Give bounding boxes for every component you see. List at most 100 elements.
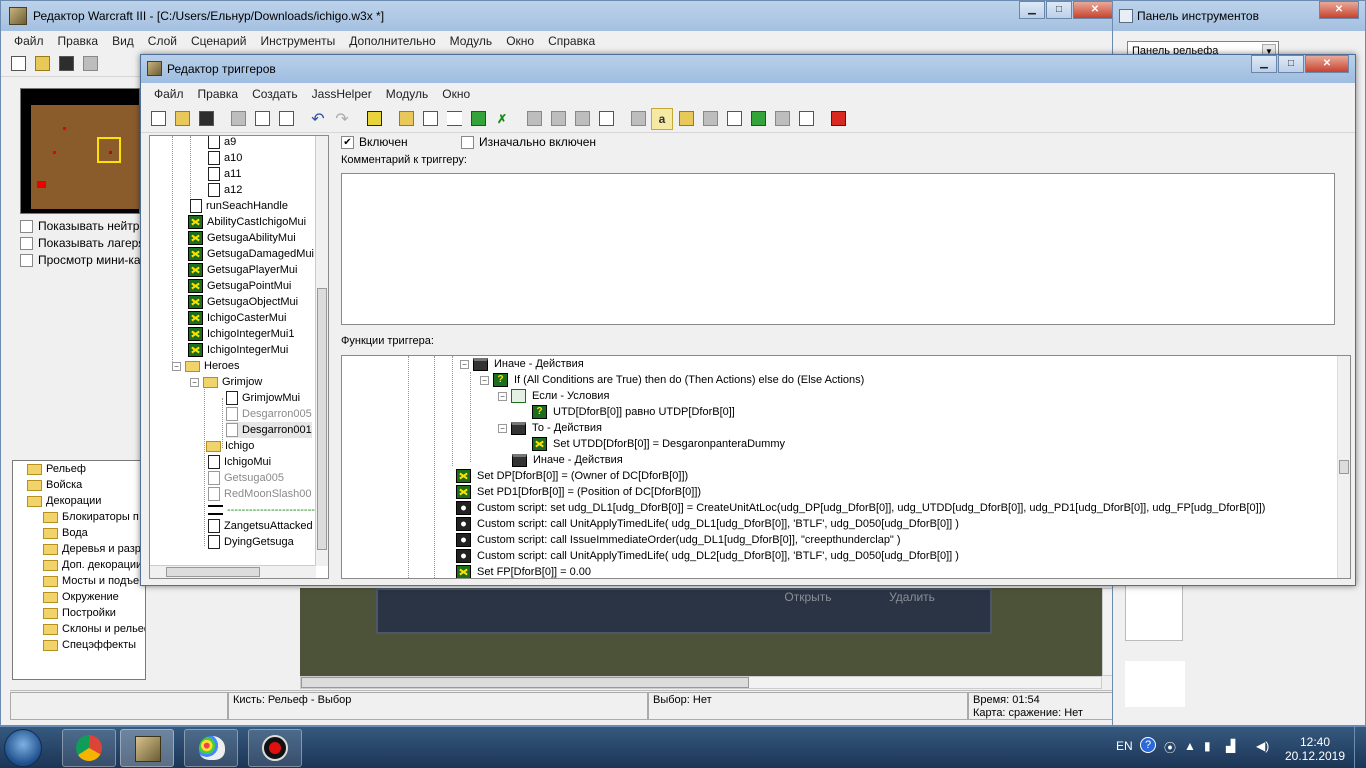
trg-menu-jasshelper[interactable]: JassHelper (305, 87, 379, 101)
tree-item[interactable]: IchigoIntegerMui1 (188, 326, 294, 342)
taskbar-world-editor[interactable] (120, 729, 174, 767)
function-row[interactable]: Custom script: call IssueImmediateOrder(… (456, 532, 901, 548)
tree-item-disabled[interactable]: Getsuga005 (208, 470, 284, 486)
condition-button[interactable] (547, 108, 569, 130)
tree-item[interactable]: DyingGetsuga (208, 534, 294, 550)
tray-signal-icon[interactable]: ⦿ (1164, 739, 1176, 756)
taskbar-paint[interactable] (184, 729, 238, 767)
copy-button[interactable] (251, 108, 273, 130)
menu-advanced[interactable]: Дополнительно (342, 34, 442, 48)
import-manager-button[interactable] (795, 108, 817, 130)
function-row[interactable]: Custom script: set udg_DL1[udg_DforB[0]]… (456, 500, 1265, 516)
show-neutral-checkbox[interactable]: Показывать нейтра (20, 219, 142, 233)
scrollbar-thumb[interactable] (301, 677, 749, 688)
tree-item-comment[interactable]: ----------------------------- (208, 502, 328, 518)
tree-horizontal-scrollbar[interactable] (150, 565, 316, 578)
trg-menu-file[interactable]: Файл (147, 87, 191, 101)
save-map-button[interactable] (55, 53, 77, 75)
new-button[interactable] (147, 108, 169, 130)
new-action-button[interactable]: ✗ (491, 108, 513, 130)
palette-item[interactable]: Войска (27, 477, 82, 493)
menu-help[interactable]: Справка (541, 34, 602, 48)
variables-button[interactable] (363, 108, 385, 130)
new-trigger-button[interactable] (419, 108, 441, 130)
function-row[interactable]: Set FP[DforB[0]] = 0.00 (456, 564, 591, 578)
menu-file[interactable]: Файл (7, 34, 51, 48)
cut-button[interactable] (79, 53, 101, 75)
function-row[interactable]: − Иначе - Действия (460, 356, 584, 372)
tree-item[interactable]: GetsugaPlayerMui (188, 262, 298, 278)
undo-button[interactable]: ↶ (307, 108, 329, 130)
enabled-checkbox[interactable]: Включен (341, 135, 408, 149)
tree-item[interactable]: runSeachHandle (190, 198, 288, 214)
tree-item-selected[interactable]: Desgarron001 (226, 422, 312, 438)
palette-item[interactable]: Деревья и разр (43, 541, 141, 557)
palette-item[interactable]: Постройки (43, 605, 116, 621)
tree-category-heroes[interactable]: − Heroes (172, 358, 239, 374)
start-button[interactable] (4, 729, 42, 767)
maximize-button[interactable]: □ (1046, 1, 1072, 19)
menu-window[interactable]: Окно (499, 34, 541, 48)
tree-item[interactable]: GetsugaObjectMui (188, 294, 298, 310)
save-button[interactable] (195, 108, 217, 130)
test-map-button[interactable] (827, 108, 849, 130)
collapse-toggle[interactable]: − (190, 377, 199, 387)
tree-item[interactable]: GetsugaDamagedMui (188, 246, 314, 262)
object-editor-button[interactable] (699, 108, 721, 130)
campaign-editor-button[interactable] (723, 108, 745, 130)
tray-device-icon[interactable]: ▮ (1204, 739, 1211, 753)
cut-button[interactable] (227, 108, 249, 130)
action-button[interactable] (571, 108, 593, 130)
trg-menu-edit[interactable]: Правка (191, 87, 246, 101)
tree-item[interactable]: IchigoIntegerMui (188, 342, 288, 358)
function-row[interactable]: ? UTD[DforB[0]] равно UTDP[DforB[0]] (532, 404, 735, 420)
redo-button[interactable]: ↷ (331, 108, 353, 130)
new-comment-button[interactable] (443, 108, 465, 130)
collapse-toggle[interactable]: − (480, 375, 489, 385)
menu-module[interactable]: Модуль (443, 34, 500, 48)
tree-item[interactable]: a12 (208, 182, 242, 198)
menu-edit[interactable]: Правка (51, 34, 106, 48)
comment-scrollbar[interactable] (1335, 173, 1347, 325)
open-map-button[interactable] (31, 53, 53, 75)
tree-item-disabled[interactable]: Desgarron005 (226, 406, 312, 422)
palette-item[interactable]: Декорации (27, 493, 101, 509)
tree-item[interactable]: GetsugaPointMui (188, 278, 291, 294)
scrollbar-thumb[interactable] (317, 288, 327, 550)
open-button[interactable] (171, 108, 193, 130)
trg-menu-create[interactable]: Создать (245, 87, 305, 101)
palette-item[interactable]: Мосты и подъе (43, 573, 139, 589)
new-category-button[interactable] (395, 108, 417, 130)
menu-layer[interactable]: Слой (141, 34, 184, 48)
paste-button[interactable] (275, 108, 297, 130)
tree-item[interactable]: GetsugaAbilityMui (188, 230, 296, 246)
maximize-button[interactable]: □ (1278, 55, 1304, 73)
language-indicator[interactable]: EN (1116, 739, 1133, 753)
trigger-comment-textarea[interactable] (341, 173, 1335, 325)
new-map-button[interactable] (7, 53, 29, 75)
tree-item[interactable]: AbilityCastIchigoMui (188, 214, 306, 230)
function-row[interactable]: Set DP[DforB[0]] = (Owner of DC[DforB[0]… (456, 468, 688, 484)
tree-item[interactable]: a11 (208, 166, 242, 182)
palette-item[interactable]: Вода (43, 525, 88, 541)
tree-category-ichigo[interactable]: Ichigo (206, 438, 254, 454)
collapse-toggle[interactable]: − (498, 391, 507, 401)
viewport-horizontal-scrollbar[interactable] (300, 676, 1102, 689)
trg-menu-module[interactable]: Модуль (379, 87, 436, 101)
collapse-toggle[interactable]: − (172, 361, 181, 371)
main-title-bar[interactable]: Редактор Warcraft III - [C:/Users/Ельнур… (1, 1, 1123, 31)
palette-item[interactable]: Рельеф (27, 461, 86, 477)
palette-item[interactable]: Окружение (43, 589, 119, 605)
tool-panel-title-bar[interactable]: Панель инструментов ✕ (1113, 1, 1365, 31)
tree-item[interactable]: a10 (208, 150, 242, 166)
sound-editor-button[interactable] (675, 108, 697, 130)
show-camps-checkbox[interactable]: Показывать лагеря (20, 236, 142, 250)
help-icon[interactable]: ? (1140, 737, 1156, 753)
scrollbar-thumb[interactable] (166, 567, 260, 577)
taskbar-recorder[interactable] (248, 729, 302, 767)
menu-tools[interactable]: Инструменты (253, 34, 342, 48)
minimap-preview-checkbox[interactable]: Просмотр мини-кар (20, 253, 142, 267)
functions-vertical-scrollbar[interactable] (1337, 356, 1350, 578)
palette-item[interactable]: Спецэффекты (43, 637, 136, 653)
object-manager-button[interactable] (771, 108, 793, 130)
